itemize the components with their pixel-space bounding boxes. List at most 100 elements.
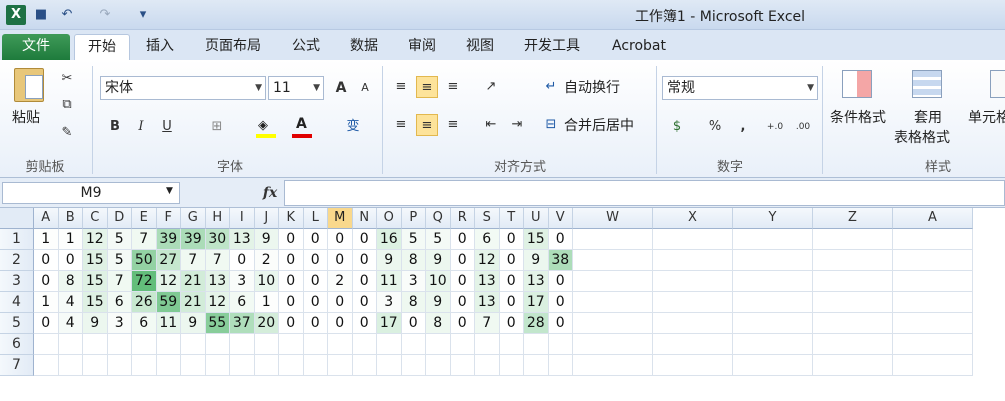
cell-o5[interactable]: 17 [377,313,402,334]
cell-a1[interactable] [893,229,973,250]
cell-n6[interactable] [352,334,377,355]
cell-d4[interactable]: 6 [107,292,132,313]
comma-style-button[interactable]: , [732,116,754,138]
cell-t7[interactable] [499,355,524,376]
cell-q6[interactable] [426,334,451,355]
cell-i5[interactable]: 37 [230,313,255,334]
cell-a1[interactable]: 1 [34,229,59,250]
cell-p2[interactable]: 8 [401,250,426,271]
currency-icon[interactable]: $ [666,116,688,138]
align-left-icon[interactable]: ≡ [390,114,412,136]
cell-j4[interactable]: 1 [254,292,279,313]
cell-t3[interactable]: 0 [499,271,524,292]
column-header-n[interactable]: N [352,208,377,229]
phonetic-guide-button[interactable]: 变 [342,116,364,138]
borders-icon[interactable]: ⊞ [206,116,228,138]
cell-p7[interactable] [401,355,426,376]
cell-q2[interactable]: 9 [426,250,451,271]
cell-y2[interactable] [733,250,813,271]
tab-data[interactable]: 数据 [340,34,388,60]
column-header-j[interactable]: J [254,208,279,229]
decrease-indent-icon[interactable]: ⇤ [480,114,502,136]
format-as-table-button[interactable]: 表格格式 [894,128,950,148]
cell-s2[interactable]: 12 [475,250,500,271]
align-center-icon[interactable]: ≡ [416,114,438,136]
align-top-icon[interactable]: ≡ [390,76,412,98]
column-header-b[interactable]: B [58,208,83,229]
excel-app-icon[interactable]: X [6,5,26,25]
cell-r7[interactable] [450,355,475,376]
conditional-format-button[interactable]: 条件格式 [830,108,886,128]
cell-u2[interactable]: 9 [524,250,549,271]
cell-u6[interactable] [524,334,549,355]
cell-g1[interactable]: 39 [181,229,206,250]
cell-a2[interactable] [893,250,973,271]
column-header-q[interactable]: Q [426,208,451,229]
format-as-table-line1[interactable]: 套用 [914,108,942,128]
cell-e3[interactable]: 72 [132,271,157,292]
cell-i1[interactable]: 13 [230,229,255,250]
column-header-d[interactable]: D [107,208,132,229]
cell-c1[interactable]: 12 [83,229,108,250]
save-icon[interactable]: ■ [32,6,50,24]
cell-a3[interactable] [893,271,973,292]
column-header-y[interactable]: Y [733,208,813,229]
cell-y1[interactable] [733,229,813,250]
row-header-3[interactable]: 3 [0,271,34,292]
cell-t6[interactable] [499,334,524,355]
cell-j2[interactable]: 2 [254,250,279,271]
redo-icon[interactable]: ↷ [96,6,114,24]
cell-v6[interactable] [548,334,573,355]
cell-d6[interactable] [107,334,132,355]
cell-g3[interactable]: 21 [181,271,206,292]
cell-p3[interactable]: 3 [401,271,426,292]
cell-h4[interactable]: 12 [205,292,230,313]
column-header-e[interactable]: E [132,208,157,229]
cell-s6[interactable] [475,334,500,355]
cell-a4[interactable] [893,292,973,313]
wrap-text-button[interactable]: 自动换行 [564,78,620,98]
column-header-t[interactable]: T [499,208,524,229]
align-bottom-icon[interactable]: ≡ [442,76,464,98]
cell-z3[interactable] [813,271,893,292]
column-header-f[interactable]: F [156,208,181,229]
tab-acrobat[interactable]: Acrobat [602,34,676,60]
cell-u5[interactable]: 28 [524,313,549,334]
cell-y5[interactable] [733,313,813,334]
cell-m3[interactable]: 2 [328,271,353,292]
cell-x7[interactable] [653,355,733,376]
cell-z4[interactable] [813,292,893,313]
cell-f7[interactable] [156,355,181,376]
cell-r6[interactable] [450,334,475,355]
column-header-a[interactable]: A [893,208,973,229]
cell-t4[interactable]: 0 [499,292,524,313]
cell-u1[interactable]: 15 [524,229,549,250]
cell-l5[interactable]: 0 [303,313,328,334]
column-header-h[interactable]: H [205,208,230,229]
cell-c6[interactable] [83,334,108,355]
cell-e7[interactable] [132,355,157,376]
cell-a6[interactable] [34,334,59,355]
cell-l7[interactable] [303,355,328,376]
cell-y3[interactable] [733,271,813,292]
cell-i4[interactable]: 6 [230,292,255,313]
cell-x6[interactable] [653,334,733,355]
cell-s1[interactable]: 6 [475,229,500,250]
decrease-decimal-button[interactable]: .00 [792,116,814,138]
cell-o7[interactable] [377,355,402,376]
cell-c7[interactable] [83,355,108,376]
tab-developer[interactable]: 开发工具 [514,34,590,60]
cell-w6[interactable] [573,334,653,355]
cell-e2[interactable]: 50 [132,250,157,271]
cell-k1[interactable]: 0 [279,229,304,250]
cell-g6[interactable] [181,334,206,355]
cell-p6[interactable] [401,334,426,355]
cell-i7[interactable] [230,355,255,376]
cell-z7[interactable] [813,355,893,376]
orientation-icon[interactable]: ↗ [480,76,502,98]
cell-x3[interactable] [653,271,733,292]
column-header-r[interactable]: R [450,208,475,229]
cell-r2[interactable]: 0 [450,250,475,271]
increase-indent-icon[interactable]: ⇥ [506,114,528,136]
cell-k4[interactable]: 0 [279,292,304,313]
